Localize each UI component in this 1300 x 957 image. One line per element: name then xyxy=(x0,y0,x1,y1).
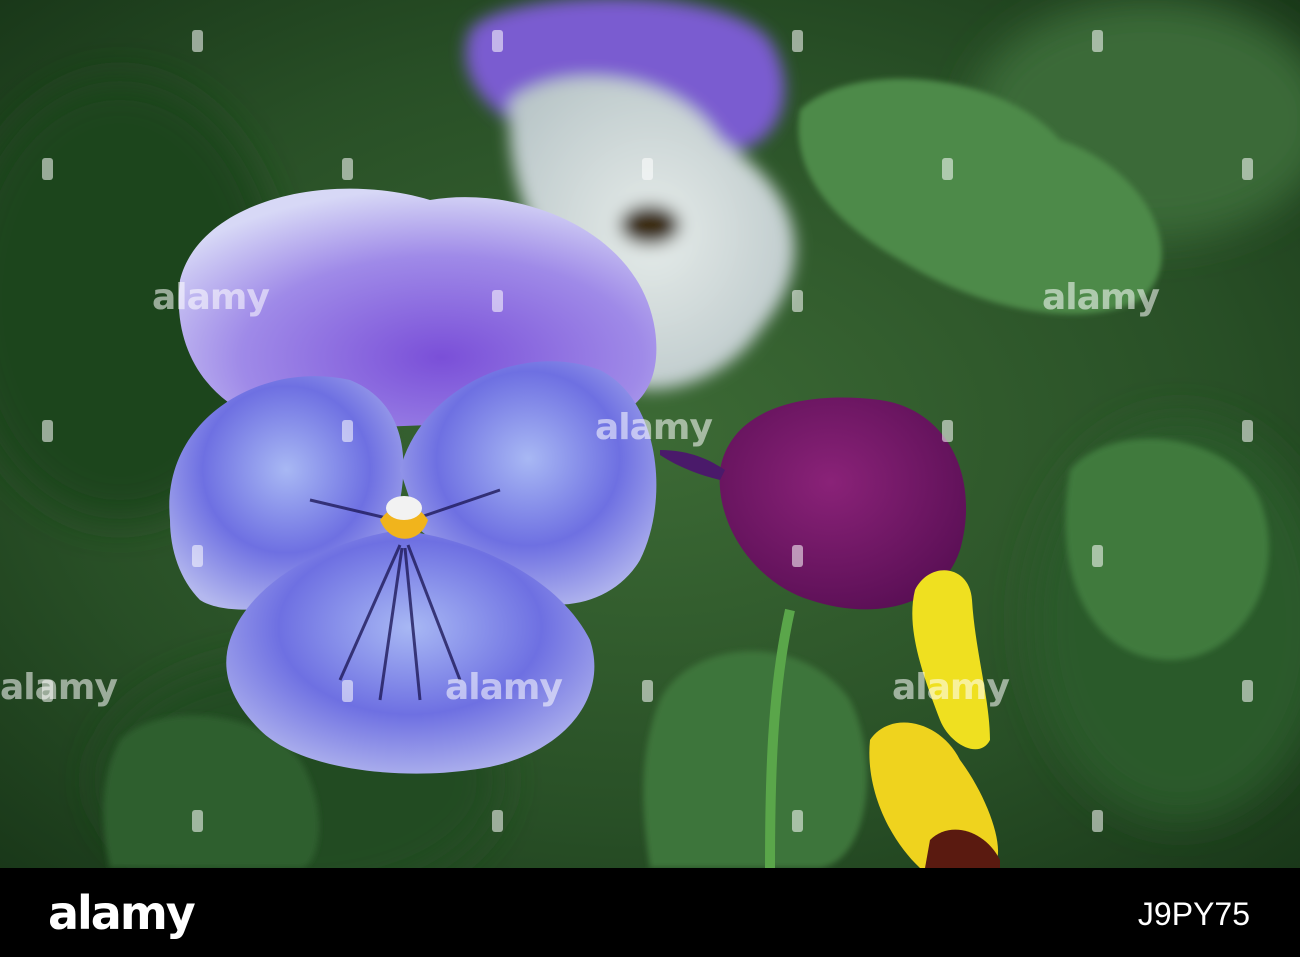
watermark-dot xyxy=(1092,545,1103,567)
watermark-dot xyxy=(42,420,53,442)
watermark-dot xyxy=(1092,810,1103,832)
image-stage: alamy alamy alamy alamy alamy alamy alam… xyxy=(0,0,1300,957)
watermark-dot xyxy=(792,30,803,52)
watermark-dot xyxy=(942,420,953,442)
watermark-dot xyxy=(42,680,53,702)
watermark-dot xyxy=(492,290,503,312)
watermark-dot xyxy=(792,810,803,832)
watermark-dot xyxy=(1242,158,1253,180)
watermark-dot xyxy=(792,545,803,567)
watermark-dot xyxy=(192,30,203,52)
watermark-dot xyxy=(1242,420,1253,442)
brand-logo: alamy xyxy=(48,886,196,940)
watermark-dot xyxy=(42,158,53,180)
watermark-dot xyxy=(342,680,353,702)
watermark-dot xyxy=(1092,30,1103,52)
watermark-dot xyxy=(792,290,803,312)
watermark-dot xyxy=(942,158,953,180)
watermark-dot xyxy=(342,420,353,442)
footer-bar: alamy J9PY75 xyxy=(0,868,1300,957)
watermark-dot xyxy=(642,158,653,180)
watermark-dot xyxy=(492,810,503,832)
watermark-dot xyxy=(642,680,653,702)
image-id: J9PY75 xyxy=(1137,896,1250,932)
pansy-photo xyxy=(0,0,1300,868)
watermark-dot xyxy=(192,810,203,832)
watermark-dot xyxy=(492,30,503,52)
watermark-dot xyxy=(1242,680,1253,702)
watermark-dot xyxy=(192,545,203,567)
watermark-dot xyxy=(342,158,353,180)
